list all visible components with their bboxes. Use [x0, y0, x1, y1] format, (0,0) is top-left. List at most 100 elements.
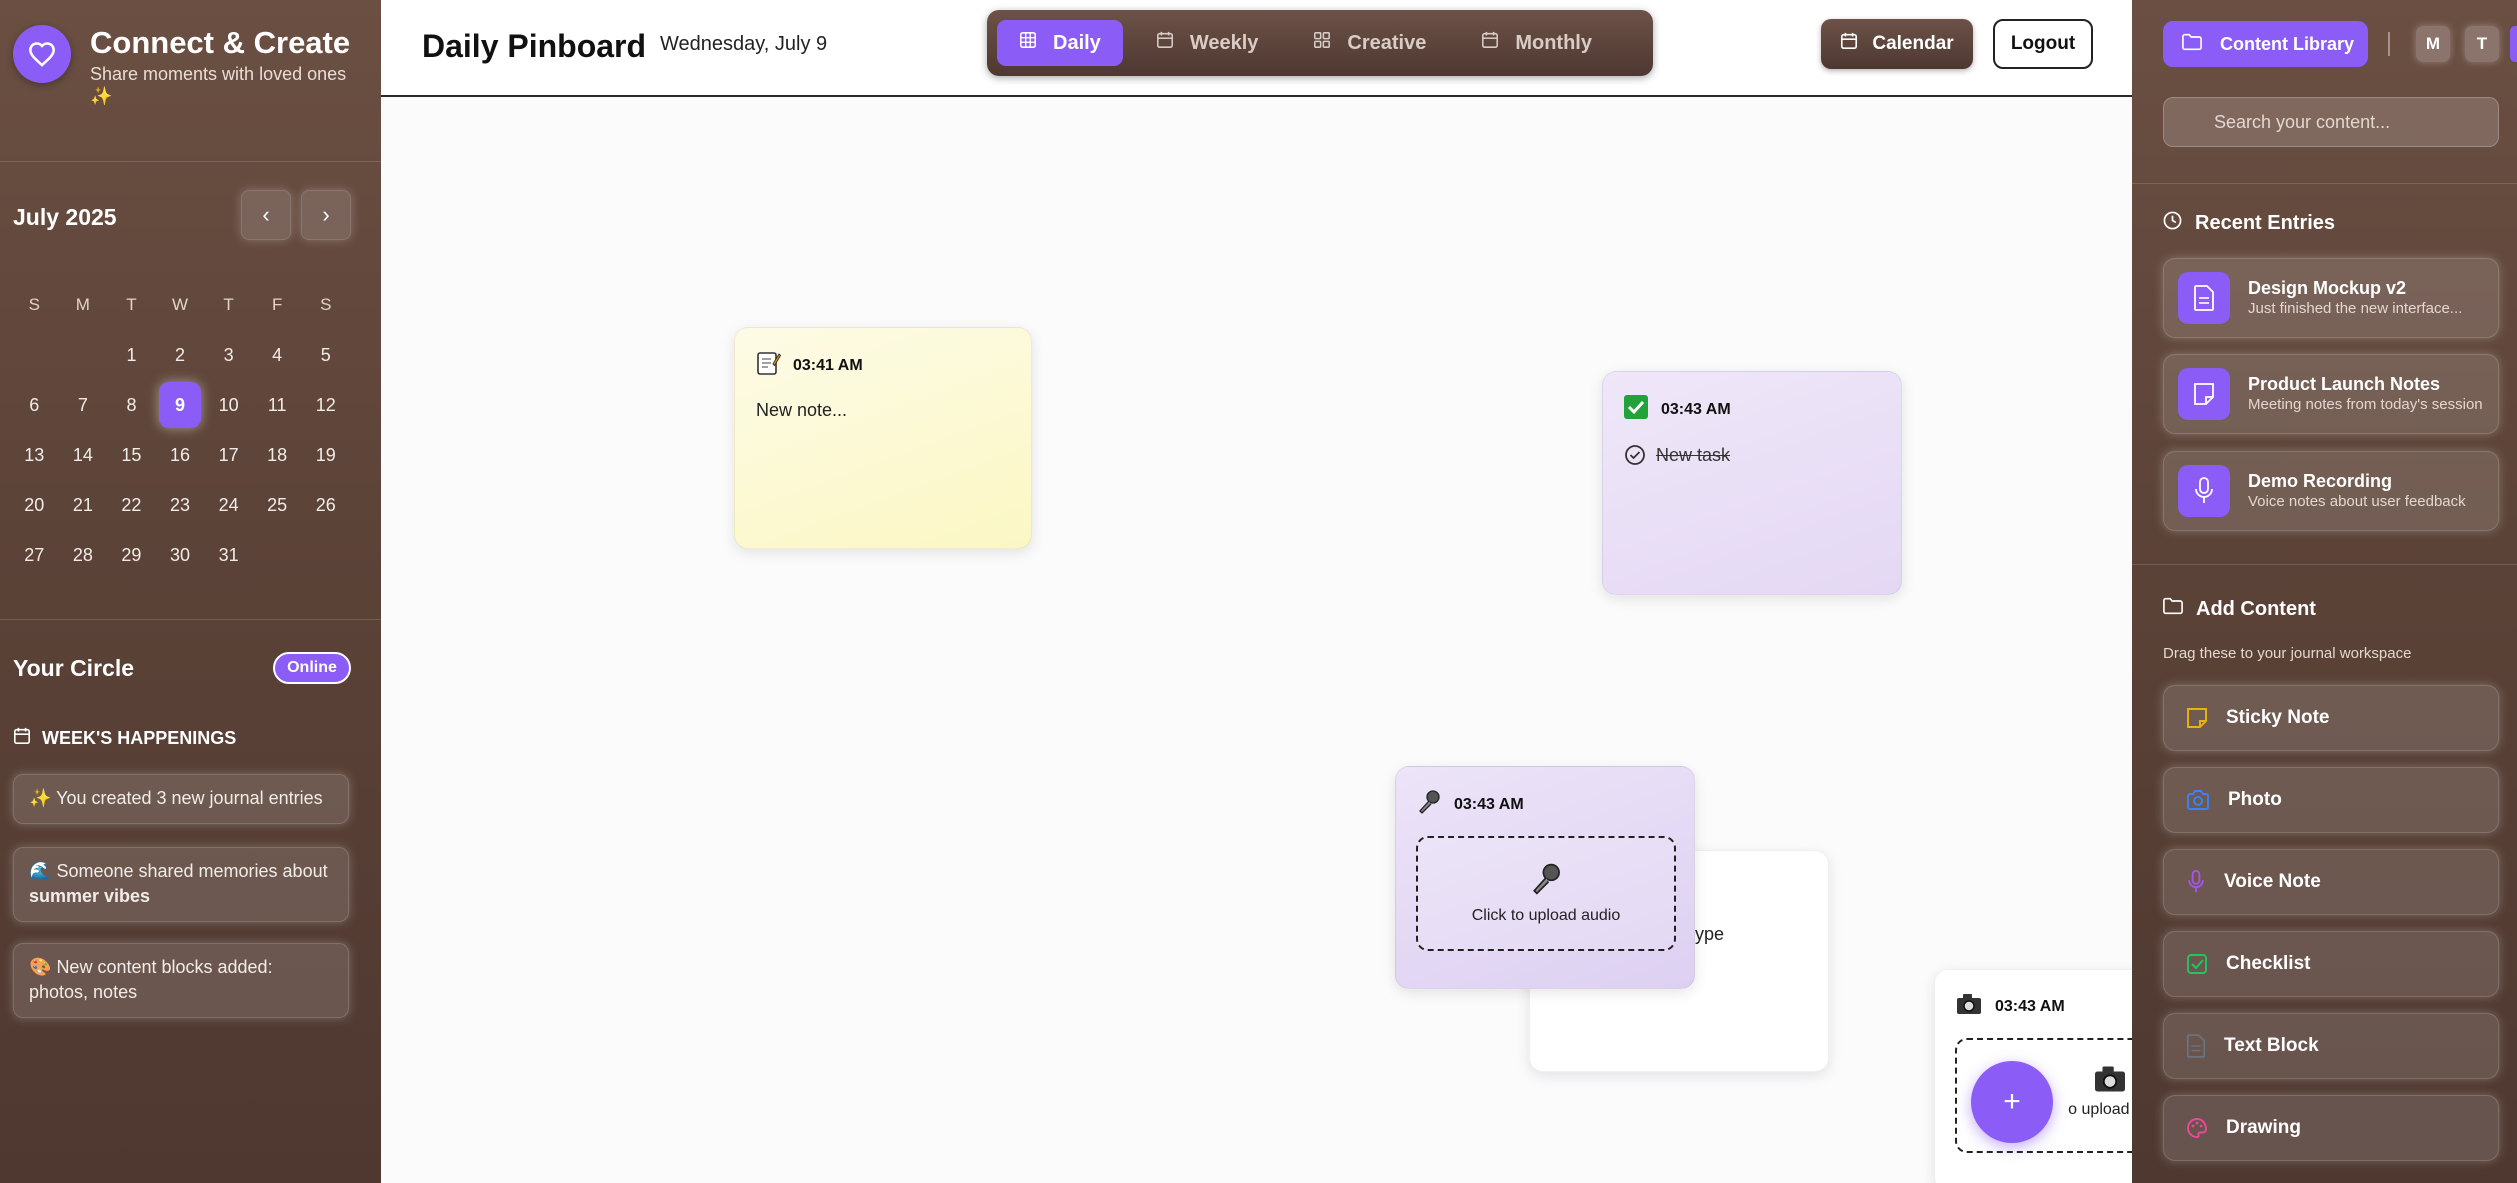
weekday-label: W [172, 295, 189, 314]
right-sidebar: Content Library M T Recent Entries Desig… [2132, 0, 2517, 1183]
calendar-day[interactable]: 21 [59, 495, 108, 516]
tab-weekly[interactable]: Weekly [1134, 20, 1281, 66]
task-card[interactable]: 03:43 AM New task [1602, 371, 1902, 595]
tool-voice-note[interactable]: Voice Note [2163, 849, 2499, 915]
calendar-day[interactable]: 14 [59, 445, 108, 466]
calendar-day[interactable]: 27 [10, 545, 59, 566]
calendar-icon [1156, 31, 1174, 55]
task-text[interactable]: New task [1656, 445, 1730, 466]
tab-monthly[interactable]: Monthly [1459, 20, 1614, 66]
calendar-month-label: July 2025 [13, 204, 117, 230]
calendar-day[interactable]: 24 [204, 495, 253, 516]
layout-icon [1313, 31, 1331, 55]
calendar-day[interactable]: 4 [253, 345, 302, 366]
wave-icon: 🌊 [29, 861, 52, 881]
tool-text-block[interactable]: Text Block [2163, 1013, 2499, 1079]
calendar-day[interactable]: 2 [156, 345, 205, 366]
memo-icon [755, 350, 782, 381]
circle-title: Your Circle [13, 655, 134, 681]
calendar-day[interactable]: 26 [301, 495, 350, 516]
audio-upload-area[interactable]: Click to upload audio [1416, 836, 1676, 951]
photo-time: 03:43 AM [1995, 997, 2065, 1015]
calendar-day[interactable]: 3 [204, 345, 253, 366]
recent-entry[interactable]: Design Mockup v2 Just finished the new i… [2163, 258, 2499, 338]
calendar-button[interactable]: Calendar [1821, 19, 1973, 69]
mic-icon [2178, 465, 2230, 517]
note-icon [2178, 368, 2230, 420]
calendar-day[interactable]: 18 [253, 445, 302, 466]
audio-upload-label: Click to upload audio [1471, 907, 1621, 924]
content-library-button[interactable]: Content Library [2163, 21, 2368, 67]
calendar-day[interactable]: 29 [107, 545, 156, 566]
audio-card[interactable]: 03:43 AM Click to upload audio [1395, 766, 1695, 989]
sticky-note-card[interactable]: 03:41 AM New note... [734, 327, 1032, 549]
pinboard-canvas[interactable]: 03:41 AM New note... 03:43 AM New task e… [381, 99, 2132, 1183]
calendar-day[interactable]: 19 [301, 445, 350, 466]
tool-sticky-note[interactable]: Sticky Note [2163, 685, 2499, 751]
calendar-day[interactable]: 25 [253, 495, 302, 516]
calendar-day[interactable]: 28 [59, 545, 108, 566]
tool-checklist[interactable]: Checklist [2163, 931, 2499, 997]
calendar-day[interactable]: 7 [59, 395, 108, 416]
logout-button[interactable]: Logout [1993, 19, 2093, 69]
calendar-day[interactable]: 15 [107, 445, 156, 466]
microphone-icon [1416, 789, 1442, 820]
calendar-day[interactable]: 5 [301, 345, 350, 366]
text-icon [2186, 1034, 2206, 1058]
calendar-day[interactable]: 8 [107, 395, 156, 416]
calendar-day[interactable]: 30 [156, 545, 205, 566]
calendar-prev-button[interactable]: ‹ [241, 190, 291, 240]
calendar-day[interactable]: 10 [204, 395, 253, 416]
app-subtitle: Share moments with loved ones ✨ [90, 64, 347, 106]
add-content-title: Add Content [2163, 597, 2316, 621]
calendar-day[interactable]: 13 [10, 445, 59, 466]
divider [2388, 32, 2390, 56]
recent-entry[interactable]: Demo Recording Voice notes about user fe… [2163, 451, 2499, 531]
divider [2132, 564, 2517, 565]
calendar-day[interactable]: 16 [156, 445, 205, 466]
mic-icon [2186, 870, 2206, 894]
search-input[interactable] [2163, 97, 2499, 147]
camera-icon [1955, 992, 1983, 1021]
happening-item[interactable]: 🎨 New content blocks added: photos, note… [13, 943, 349, 1018]
note-time: 03:41 AM [793, 356, 863, 374]
divider [0, 161, 381, 162]
calendar-day-selected[interactable]: 9 [156, 382, 205, 428]
tool-photo[interactable]: Photo [2163, 767, 2499, 833]
calendar-icon [1840, 32, 1858, 56]
recent-entry[interactable]: Product Launch Notes Meeting notes from … [2163, 354, 2499, 434]
folder-icon [2182, 33, 2202, 56]
calendar-day[interactable]: 31 [204, 545, 253, 566]
tab-daily[interactable]: Daily [997, 20, 1123, 66]
page-date: Wednesday, July 9 [660, 33, 828, 55]
recent-entries-title: Recent Entries [2163, 211, 2335, 236]
weekday-label: T [223, 295, 234, 314]
calendar-day[interactable]: 11 [253, 395, 302, 416]
palette-icon [2186, 1117, 2208, 1139]
calendar-day[interactable]: 17 [204, 445, 253, 466]
page-title: Daily Pinboard [422, 28, 647, 64]
overflow-button[interactable] [2510, 26, 2517, 62]
audio-time: 03:43 AM [1454, 795, 1524, 813]
weekday-label: M [75, 295, 90, 314]
calendar-day[interactable]: 6 [10, 395, 59, 416]
happening-item[interactable]: 🌊 Someone shared memories about summer v… [13, 847, 349, 922]
sticky-note-icon [2186, 707, 2208, 729]
add-item-button[interactable]: + [1971, 1061, 2053, 1143]
note-text[interactable]: New note... [756, 400, 847, 421]
calendar-day[interactable]: 12 [301, 395, 350, 416]
calendar-grid: S M T W T F S 1 2 3 4 5 6 7 8 9 10 11 12 13 14 15 16 17 18 19 20 21… [10, 280, 350, 580]
check-circle-icon[interactable] [1624, 444, 1646, 466]
calendar-day[interactable]: 22 [107, 495, 156, 516]
weekday-label: T [126, 295, 137, 314]
tab-creative[interactable]: Creative [1291, 20, 1448, 66]
calendar-next-button[interactable]: › [301, 190, 351, 240]
happening-item[interactable]: ✨ You created 3 new journal entries [13, 774, 349, 824]
week-happenings-title: WEEK'S HAPPENINGS [13, 727, 236, 750]
mini-button-t[interactable]: T [2465, 26, 2499, 62]
calendar-day[interactable]: 1 [107, 345, 156, 366]
tool-drawing[interactable]: Drawing [2163, 1095, 2499, 1161]
mini-button-m[interactable]: M [2416, 26, 2450, 62]
calendar-day[interactable]: 20 [10, 495, 59, 516]
calendar-day[interactable]: 23 [156, 495, 205, 516]
